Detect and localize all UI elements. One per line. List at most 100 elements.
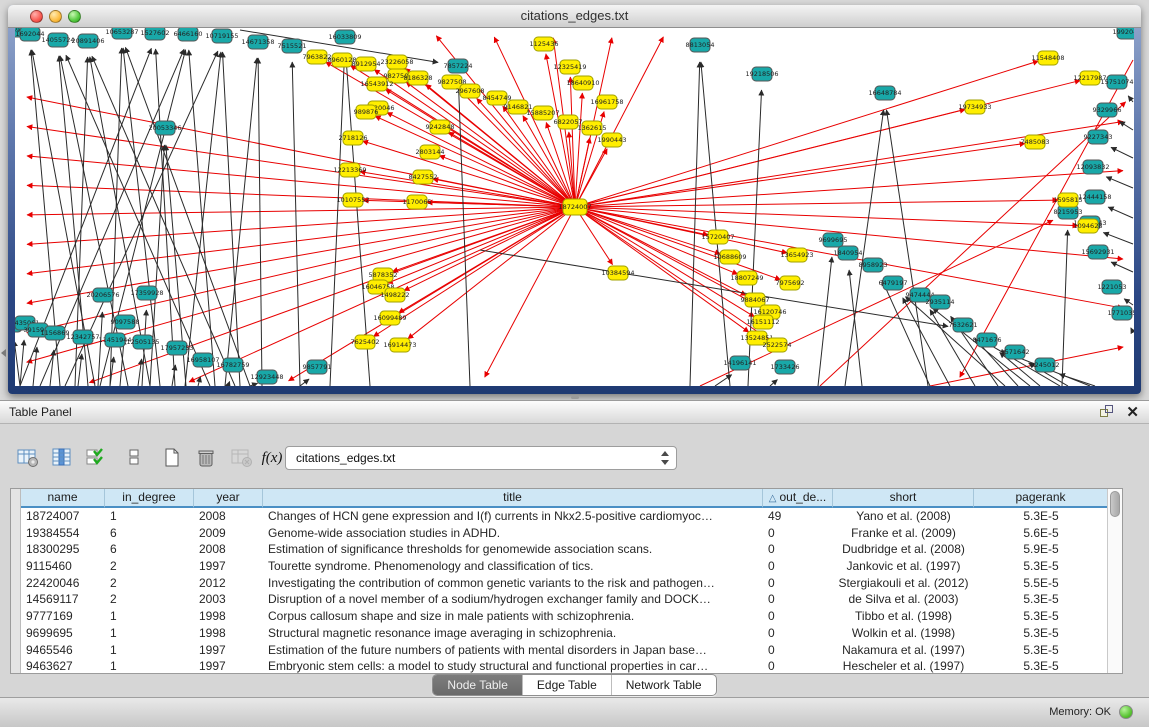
scrollbar-thumb[interactable] <box>1110 491 1120 517</box>
teal-node[interactable]: 9245012 <box>1031 358 1060 372</box>
vertical-scrollbar[interactable] <box>1107 489 1122 673</box>
column-header-name[interactable]: name <box>21 489 105 508</box>
yellow-node[interactable]: 16151112 <box>746 315 779 329</box>
teal-node[interactable]: 12923448 <box>250 370 283 384</box>
yellow-node[interactable]: 9242848 <box>426 120 455 134</box>
teal-node[interactable]: 8471676 <box>973 333 1002 347</box>
table-row[interactable]: 946362711997Embryonic stem cells: a mode… <box>21 658 1108 675</box>
teal-node[interactable]: 9857791 <box>303 360 332 374</box>
teal-node[interactable]: 9329966 <box>1093 103 1122 117</box>
teal-node[interactable]: 10653287 <box>105 28 138 39</box>
teal-node[interactable]: 9699695 <box>819 233 848 247</box>
table-row[interactable]: 1872400712008Changes of HCN gene express… <box>21 508 1108 525</box>
tab-node-table[interactable]: Node Table <box>433 675 523 695</box>
teal-node[interactable]: 1156869 <box>41 326 70 340</box>
table-row[interactable]: 1830029562008Estimation of significance … <box>21 541 1108 558</box>
yellow-node[interactable]: 18724007 <box>558 199 591 215</box>
select-rows-button[interactable] <box>82 445 110 473</box>
tab-edge-table[interactable]: Edge Table <box>523 675 612 695</box>
new-column-button[interactable] <box>158 445 186 473</box>
table-row[interactable]: 911546021997Tourette syndrome. Phenomeno… <box>21 558 1108 575</box>
teal-node[interactable]: 10719155 <box>205 29 238 43</box>
yellow-node[interactable]: 7625402 <box>351 335 380 349</box>
yellow-node[interactable]: 15720407 <box>701 230 734 244</box>
teal-node[interactable]: 16033809 <box>328 30 361 44</box>
table-row[interactable]: 946554611997Estimation of the future num… <box>21 642 1108 659</box>
teal-node[interactable]: 20206576 <box>86 288 119 302</box>
yellow-node[interactable]: 1170065 <box>403 195 432 209</box>
zoom-window-button[interactable] <box>68 10 81 23</box>
yellow-node[interactable]: 989876 <box>354 105 379 119</box>
teal-node[interactable]: 8958923 <box>859 258 888 272</box>
teal-node[interactable]: 6479197 <box>879 276 908 290</box>
minimize-window-button[interactable] <box>49 10 62 23</box>
yellow-node[interactable]: 23226058 <box>380 55 413 69</box>
teal-node[interactable]: 20891406 <box>71 34 104 48</box>
sidebar-collapse-icon[interactable] <box>1 349 6 357</box>
yellow-node[interactable]: 2967608 <box>456 84 485 98</box>
teal-node[interactable]: 7515521 <box>278 39 307 53</box>
float-panel-icon[interactable] <box>1100 405 1115 419</box>
yellow-node[interactable]: 13654923 <box>780 248 813 262</box>
teal-node[interactable]: 14055724 <box>41 33 74 47</box>
yellow-node[interactable]: 18640910 <box>566 76 599 90</box>
yellow-node[interactable]: 16914473 <box>383 338 416 352</box>
delete-column-button[interactable] <box>192 445 220 473</box>
table-row[interactable]: 1456911722003Disruption of a novel membe… <box>21 591 1108 608</box>
teal-node[interactable]: 6466160 <box>174 28 203 41</box>
teal-node[interactable]: 20053346 <box>148 121 181 135</box>
yellow-node[interactable]: 16099489 <box>373 311 406 325</box>
yellow-node[interactable]: 2803144 <box>416 145 445 159</box>
table-selector-dropdown[interactable]: citations_edges.txt <box>285 446 677 470</box>
yellow-node[interactable]: 16961758 <box>590 95 623 109</box>
column-header-short[interactable]: short <box>833 489 974 508</box>
yellow-node[interactable]: 1094628 <box>1074 219 1103 233</box>
yellow-node[interactable]: 12325419 <box>553 60 586 74</box>
teal-node[interactable]: 1692044 <box>16 28 45 41</box>
yellow-node[interactable]: 18807249 <box>730 271 763 285</box>
teal-node[interactable]: 7632621 <box>949 318 978 332</box>
column-visibility-button[interactable] <box>48 445 76 473</box>
yellow-node[interactable]: 19734933 <box>958 100 991 114</box>
teal-node[interactable]: 1733426 <box>771 360 800 374</box>
yellow-node[interactable]: 1595815 <box>1054 193 1083 207</box>
teal-node[interactable]: 2935114 <box>926 295 955 309</box>
yellow-node[interactable]: 1498222 <box>381 288 410 302</box>
function-builder-button[interactable]: f(x) <box>258 445 286 473</box>
yellow-node[interactable]: 7485083 <box>1021 135 1050 149</box>
yellow-node[interactable]: 2718126 <box>339 131 368 145</box>
teal-node[interactable]: 1527602 <box>141 28 170 40</box>
table-row[interactable]: 1938455462009Genome-wide association stu… <box>21 525 1108 542</box>
yellow-node[interactable]: 1990443 <box>598 133 627 147</box>
column-header-title[interactable]: title <box>263 489 763 508</box>
teal-node[interactable]: 17359928 <box>130 286 163 300</box>
yellow-node[interactable]: 1125436 <box>530 37 559 51</box>
column-header-year[interactable]: year <box>194 489 263 508</box>
tab-network-table[interactable]: Network Table <box>612 675 716 695</box>
teal-node[interactable]: 12342757 <box>66 330 99 344</box>
teal-node[interactable]: 15692931 <box>1081 245 1114 259</box>
teal-node[interactable]: 12444158 <box>1078 190 1111 204</box>
network-window-titlebar[interactable]: citations_edges.txt <box>8 5 1141 28</box>
column-header-out_de[interactable]: △out_de... <box>763 489 833 508</box>
teal-node[interactable]: 1771035 <box>1108 306 1134 320</box>
close-window-button[interactable] <box>30 10 43 23</box>
teal-node[interactable]: 16958107 <box>186 353 219 367</box>
close-panel-icon[interactable]: ✕ <box>1126 403 1139 421</box>
table-row[interactable]: 2242004622012Investigating the contribut… <box>21 575 1108 592</box>
teal-node[interactable]: 8813054 <box>686 38 715 52</box>
teal-node[interactable]: 1992044 <box>1113 28 1134 39</box>
teal-node[interactable]: 16648784 <box>868 86 901 100</box>
yellow-node[interactable]: 8427552 <box>409 170 438 184</box>
column-header-pagerank[interactable]: pagerank <box>974 489 1108 508</box>
yellow-node[interactable]: 10384594 <box>601 266 634 280</box>
yellow-node[interactable]: 7975692 <box>776 276 805 290</box>
rows-button[interactable] <box>120 445 148 473</box>
teal-node[interactable]: 19218506 <box>745 67 778 81</box>
teal-node[interactable]: 1221053 <box>1098 280 1127 294</box>
teal-node[interactable]: 14671358 <box>241 35 274 49</box>
teal-node[interactable]: 12505135 <box>126 335 159 349</box>
yellow-node[interactable]: 1362615 <box>578 121 607 135</box>
network-canvas[interactable]: 1692041692044140557242089140610653287152… <box>15 28 1134 386</box>
yellow-node[interactable]: 12213369 <box>333 163 366 177</box>
